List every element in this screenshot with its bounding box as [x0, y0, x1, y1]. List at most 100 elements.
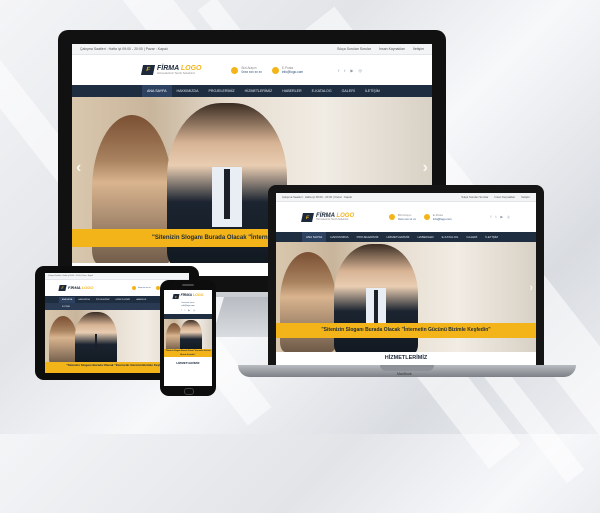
header-contact: Bizi Arayın 0xxx xxx xx xx E-Posta info@… — [389, 213, 452, 221]
facebook-icon[interactable]: f — [181, 309, 182, 312]
nav-item-about[interactable]: HAKKIMIZDA — [326, 232, 352, 242]
main-nav: ANA SAYFA HAKKIMIZDA PROJELERİMİZ HİZMET… — [72, 85, 432, 97]
nav-item-contact[interactable]: İLETİŞİM — [360, 85, 385, 97]
main-nav: ANA SAYFA HAKKIMIZDA PROJELERİMİZ HİZMET… — [276, 232, 536, 242]
topbar-hours: Çalışma Saatleri : Hafta içi 09:00 - 20:… — [48, 275, 94, 277]
nav-item-catalog[interactable]: E-KATALOG — [438, 232, 463, 242]
email-value[interactable]: info@logo.com — [433, 217, 452, 221]
facebook-icon[interactable]: f — [491, 215, 492, 219]
site-logo[interactable]: F FİRMA LOGO — [172, 293, 204, 299]
header-contact: Bizi Arayın 0xxx xxx xx xx E-Posta info@… — [231, 66, 303, 74]
youtube-icon[interactable]: ▶ — [350, 68, 353, 73]
nav-item-projects[interactable]: PROJELERİMİZ — [353, 232, 383, 242]
topbar-link-hr[interactable]: İnsan Kaynakları — [379, 47, 405, 51]
nav-item-home[interactable]: ANA SAYFA — [302, 232, 327, 242]
phone-value[interactable]: 0xxx xxx xx xx — [398, 217, 416, 221]
site-header: F FİRMA LOGO Hizmetlerimiz Tercih Sebebi… — [72, 55, 432, 85]
section-title-services: HİZMETLERİMİZ — [176, 361, 200, 365]
topbar-links: Sıkça Sorulan Sorular İnsan Kaynakları İ… — [455, 195, 530, 199]
phone-speaker — [182, 284, 194, 286]
topbar-link-hr[interactable]: İnsan Kaynakları — [494, 195, 515, 199]
logo-mark-icon: F — [58, 285, 67, 291]
slider-next-icon[interactable]: › — [423, 159, 428, 177]
twitter-icon[interactable]: t — [495, 215, 496, 219]
topbar-link-contact[interactable]: İletişim — [521, 195, 530, 199]
nav-item-news[interactable]: HABERLER — [277, 85, 306, 97]
site-logo[interactable]: F FİRMA LOGO Hizmetlerimiz Tercih Sebebi… — [301, 212, 354, 222]
social-links: f t ▶ ◎ — [487, 215, 510, 219]
laptop-brand: MacBook — [397, 372, 412, 376]
topbar-link-faq[interactable]: Sıkça Sorulan Sorular — [461, 195, 488, 199]
hero-person-woman — [49, 316, 77, 362]
logo-tagline: Hizmetlerimiz Tercih Sebebiniz — [316, 217, 349, 221]
nav-item-news[interactable]: HABERLER — [133, 297, 149, 303]
youtube-icon[interactable]: ▶ — [188, 309, 190, 312]
site-header: F FİRMA LOGO — [164, 290, 212, 302]
slider-prev-icon[interactable]: ‹ — [76, 159, 81, 177]
nav-item-services[interactable]: HİZMETLERİMİZ — [240, 85, 278, 97]
phone-value[interactable]: 0xxx xxx xx xx — [164, 302, 212, 304]
topbar: Çalışma Saatleri : Hafta içi 09:00 - 20:… — [45, 273, 189, 280]
nav-item-home[interactable]: ANA SAYFA — [142, 85, 172, 97]
phone-home-button[interactable] — [184, 388, 194, 395]
topbar-link-contact[interactable]: İletişim — [413, 47, 424, 51]
phone-device: F FİRMA LOGO 0xxx xxx xx xx info@logo.co… — [160, 280, 216, 396]
topbar-hours: Çalışma Saatleri : Hafta içi 09:00 - 20:… — [282, 195, 353, 199]
facebook-icon[interactable]: f — [338, 68, 339, 73]
nav-item-gallery[interactable]: GALERİ — [337, 85, 360, 97]
hero-slogan: "Sitenizin Sloganı Burada Olacak "İntern… — [276, 323, 536, 338]
nav-item-home[interactable]: ANA SAYFA — [59, 296, 76, 303]
nav-item-services[interactable]: HİZMETLERİMİZ — [113, 297, 134, 303]
logo-mark-icon: F — [140, 65, 156, 75]
hero-slider — [164, 319, 212, 349]
social-links: f t ▶ ◎ — [164, 309, 212, 312]
email-icon — [423, 214, 430, 220]
slider-next-icon[interactable]: › — [529, 282, 533, 294]
phone-icon — [131, 286, 136, 290]
hero-slogan: "Sitenizin Sloganı Burada Olacak "İntern… — [164, 349, 212, 357]
phone-icon — [389, 214, 396, 220]
nav-item-contact[interactable]: İLETİŞİM — [59, 304, 73, 310]
nav-item-services[interactable]: HİZMETLERİMİZ — [382, 232, 413, 242]
logo-mark-icon: F — [172, 293, 180, 299]
youtube-icon[interactable]: ▶ — [500, 215, 503, 219]
phone-icon — [231, 66, 239, 74]
phone-value[interactable]: 0xxx xxx xx xx — [138, 287, 151, 289]
laptop-notch — [380, 365, 434, 371]
nav-item-catalog[interactable]: E-KATALOG — [307, 85, 337, 97]
site-logo[interactable]: F FİRMA LOGO Hizmetlerimiz Tercih Sebebi… — [140, 65, 201, 76]
hero-slider: › "Sitenizin Sloganı Burada Olacak "İnte… — [276, 242, 536, 352]
logo-tagline: Hizmetlerimiz Tercih Sebebiniz — [157, 71, 196, 76]
logo-name: FİRMA — [180, 293, 192, 298]
site-logo[interactable]: F FİRMA LOGO — [58, 285, 94, 291]
topbar-links: Sıkça Sorulan Sorular İnsan Kaynakları İ… — [329, 47, 424, 51]
topbar-link-faq[interactable]: Sıkça Sorulan Sorular — [337, 47, 371, 51]
logo-mark-icon: F — [301, 212, 314, 222]
nav-item-about[interactable]: HAKKIMIZDA — [172, 85, 204, 97]
nav-item-news[interactable]: HABERLER — [413, 232, 437, 242]
nav-item-contact[interactable]: İLETİŞİM — [481, 232, 502, 242]
instagram-icon[interactable]: ◎ — [507, 215, 510, 219]
twitter-icon[interactable]: t — [344, 68, 345, 73]
website-preview-laptop: Çalışma Saatleri : Hafta içi 09:00 - 20:… — [276, 193, 536, 365]
section-title-services: HİZMETLERİMİZ — [384, 355, 428, 361]
nav-item-about[interactable]: HAKKIMIZDA — [75, 297, 93, 303]
email-value[interactable]: info@logo.com — [164, 305, 212, 307]
phone-value[interactable]: 0xxx xxx xx xx — [241, 70, 261, 74]
twitter-icon[interactable]: t — [185, 309, 186, 312]
nav-item-projects[interactable]: PROJELERİMİZ — [93, 297, 113, 303]
hero-person-man — [180, 320, 202, 349]
website-preview-mobile: F FİRMA LOGO 0xxx xxx xx xx info@logo.co… — [164, 290, 212, 386]
site-header: F FİRMA LOGO Hizmetlerimiz Tercih Sebebi… — [276, 202, 536, 232]
nav-item-projects[interactable]: PROJELERİMİZ — [203, 85, 239, 97]
social-links: f t ▶ ◎ — [333, 68, 362, 73]
topbar: Çalışma Saatleri : Hafta içi 09:00 - 20:… — [72, 44, 432, 55]
laptop-device: Çalışma Saatleri : Hafta içi 09:00 - 20:… — [268, 185, 544, 365]
email-value[interactable]: info@logo.com — [282, 70, 303, 74]
nav-item-gallery[interactable]: GALERİ — [462, 232, 481, 242]
logo-name-accent: LOGO — [81, 285, 94, 290]
instagram-icon[interactable]: ◎ — [193, 309, 195, 312]
logo-name-accent: LOGO — [192, 293, 204, 298]
instagram-icon[interactable]: ◎ — [359, 68, 363, 73]
email-icon — [271, 66, 279, 74]
